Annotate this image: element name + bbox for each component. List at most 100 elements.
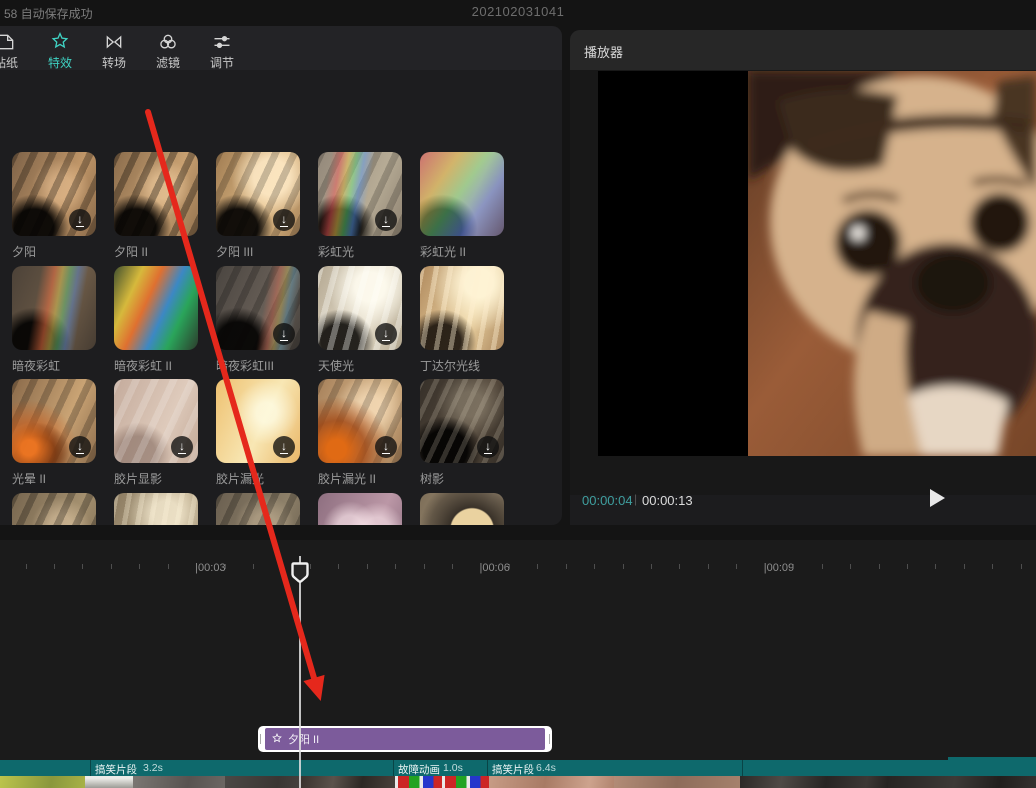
track-clip-name[interactable]: 故障动画 <box>398 762 440 777</box>
filmstrip-frame[interactable] <box>300 776 395 788</box>
download-icon[interactable]: ↓ <box>375 436 397 458</box>
effect-thumbnail[interactable]: ↓ <box>318 266 402 350</box>
effect-thumbnail[interactable]: ↓ <box>12 493 96 526</box>
effect-name: 光晕 II <box>12 470 96 487</box>
download-icon[interactable]: ↓ <box>375 323 397 345</box>
player-panel: 播放器 <box>570 30 1036 525</box>
download-icon[interactable]: ↓ <box>273 209 295 231</box>
player-header: 播放器 <box>570 30 1036 70</box>
download-icon[interactable]: ↓ <box>375 209 397 231</box>
ruler-tick <box>281 564 282 569</box>
effect-thumbnail[interactable]: ↓ <box>12 152 96 236</box>
effect-thumbnail[interactable]: ↓ <box>216 266 300 350</box>
effect-clip-selected[interactable]: 夕阳 II <box>258 726 552 752</box>
effect-card: ↓ <box>318 493 402 526</box>
ruler-tick <box>651 564 652 569</box>
effect-card: ↓ <box>420 493 504 526</box>
tab-特效[interactable]: 特效 <box>34 32 86 71</box>
effect-thumbnail[interactable]: ↓ <box>216 493 300 526</box>
effect-name: 夕阳 II <box>114 243 198 260</box>
download-icon[interactable]: ↓ <box>273 323 295 345</box>
effect-name: 夕阳 <box>12 243 96 260</box>
track-clip-name[interactable]: 搞笑片段 <box>95 762 137 777</box>
download-icon[interactable]: ↓ <box>69 436 91 458</box>
effect-name: 天使光 <box>318 357 402 374</box>
filmstrip-frame[interactable] <box>0 776 85 788</box>
effect-thumbnail[interactable]: ↓ <box>318 493 402 526</box>
ruler-tick <box>708 564 709 569</box>
effects-tab-bar: 贴纸特效转场滤镜调节 <box>0 26 562 70</box>
filmstrip-frame[interactable] <box>85 776 133 788</box>
effect-name: 彩虹光 II <box>420 243 504 260</box>
effect-card: ↓树影 <box>420 379 504 487</box>
effect-card: 暗夜彩虹 <box>12 266 96 374</box>
effect-name: 暗夜彩虹III <box>216 357 300 374</box>
download-icon[interactable]: ↓ <box>273 436 295 458</box>
effect-thumbnail[interactable]: ↓ <box>12 379 96 463</box>
download-icon[interactable]: ↓ <box>171 436 193 458</box>
video-frame-pug <box>748 71 1036 456</box>
effect-name: 夕阳 III <box>216 243 300 260</box>
current-time: 00:00:04 <box>582 493 633 508</box>
download-icon[interactable]: ↓ <box>477 436 499 458</box>
effect-thumbnail[interactable] <box>114 266 198 350</box>
ruler-tick <box>225 564 226 569</box>
ruler-tick <box>679 564 680 569</box>
effect-thumbnail[interactable]: ↓ <box>216 379 300 463</box>
filmstrip-frame[interactable] <box>133 776 225 788</box>
ruler-tick <box>509 564 510 569</box>
ruler-tick <box>736 564 737 569</box>
effect-card: ↓胶片漏光 II <box>318 379 402 487</box>
filmstrip-frame[interactable] <box>489 776 614 788</box>
effect-thumbnail[interactable]: ↓ <box>114 493 198 526</box>
track-clip-name[interactable]: 搞笑片段 <box>492 762 534 777</box>
filmstrip-frame[interactable] <box>442 776 489 788</box>
clip-left-handle[interactable] <box>260 734 261 744</box>
effect-card: ↓ 夕阳 <box>12 152 96 260</box>
filmstrip-frame[interactable] <box>888 776 1036 788</box>
video-preview-area[interactable] <box>570 70 1036 495</box>
ruler-tick <box>111 564 112 569</box>
app-window: 58 自动保存成功 202102031041 贴纸特效转场滤镜调节 ↓夕阳夕阳 … <box>0 0 1036 788</box>
time-separator: | <box>634 492 637 506</box>
ruler-time-label: |00:09 <box>764 562 794 574</box>
filmstrip-frame[interactable] <box>395 776 442 788</box>
ruler-tick <box>310 564 311 569</box>
effect-card: ↓ 光晕 II <box>12 379 96 487</box>
track-clip-boundary <box>742 760 743 776</box>
play-icon[interactable] <box>928 488 956 514</box>
top-bar: 58 自动保存成功 202102031041 <box>0 0 1036 26</box>
effect-card: 丁达尔光线 <box>420 266 504 374</box>
effect-thumbnail[interactable]: ↓ <box>420 493 504 526</box>
effect-thumbnail[interactable]: ↓ <box>114 379 198 463</box>
tab-滤镜[interactable]: 滤镜 <box>142 32 194 71</box>
effect-thumbnail[interactable]: ↓ <box>216 152 300 236</box>
effect-thumbnail[interactable] <box>12 266 96 350</box>
tab-label: 转场 <box>88 54 140 71</box>
ruler-tick <box>964 564 965 569</box>
video-track-bar-segment[interactable] <box>948 757 1036 776</box>
playhead-handle[interactable] <box>291 562 309 591</box>
tab-贴纸[interactable]: 贴纸 <box>0 32 32 71</box>
ruler-tick <box>907 564 908 569</box>
filmstrip[interactable] <box>0 776 1036 788</box>
effect-thumbnail[interactable] <box>114 152 198 236</box>
effect-thumbnail[interactable]: ↓ <box>318 152 402 236</box>
download-icon[interactable]: ↓ <box>69 209 91 231</box>
effect-thumbnail[interactable] <box>420 152 504 236</box>
effect-thumbnail[interactable]: ↓ <box>420 379 504 463</box>
track-clip-duration: 6.4s <box>536 762 556 774</box>
filmstrip-frame[interactable] <box>614 776 740 788</box>
filmstrip-frame[interactable] <box>740 776 888 788</box>
effect-thumbnail[interactable]: ↓ <box>318 379 402 463</box>
ruler-tick <box>992 564 993 569</box>
ruler-tick <box>1021 564 1022 569</box>
effect-thumbnail[interactable] <box>420 266 504 350</box>
filmstrip-frame[interactable] <box>225 776 300 788</box>
effect-clip-name: 夕阳 II <box>288 731 319 747</box>
tab-转场[interactable]: 转场 <box>88 32 140 71</box>
transition-icon <box>88 32 140 52</box>
clip-right-handle[interactable] <box>549 734 550 744</box>
effect-card: 彩虹光 II <box>420 152 504 260</box>
tab-调节[interactable]: 调节 <box>196 32 248 71</box>
